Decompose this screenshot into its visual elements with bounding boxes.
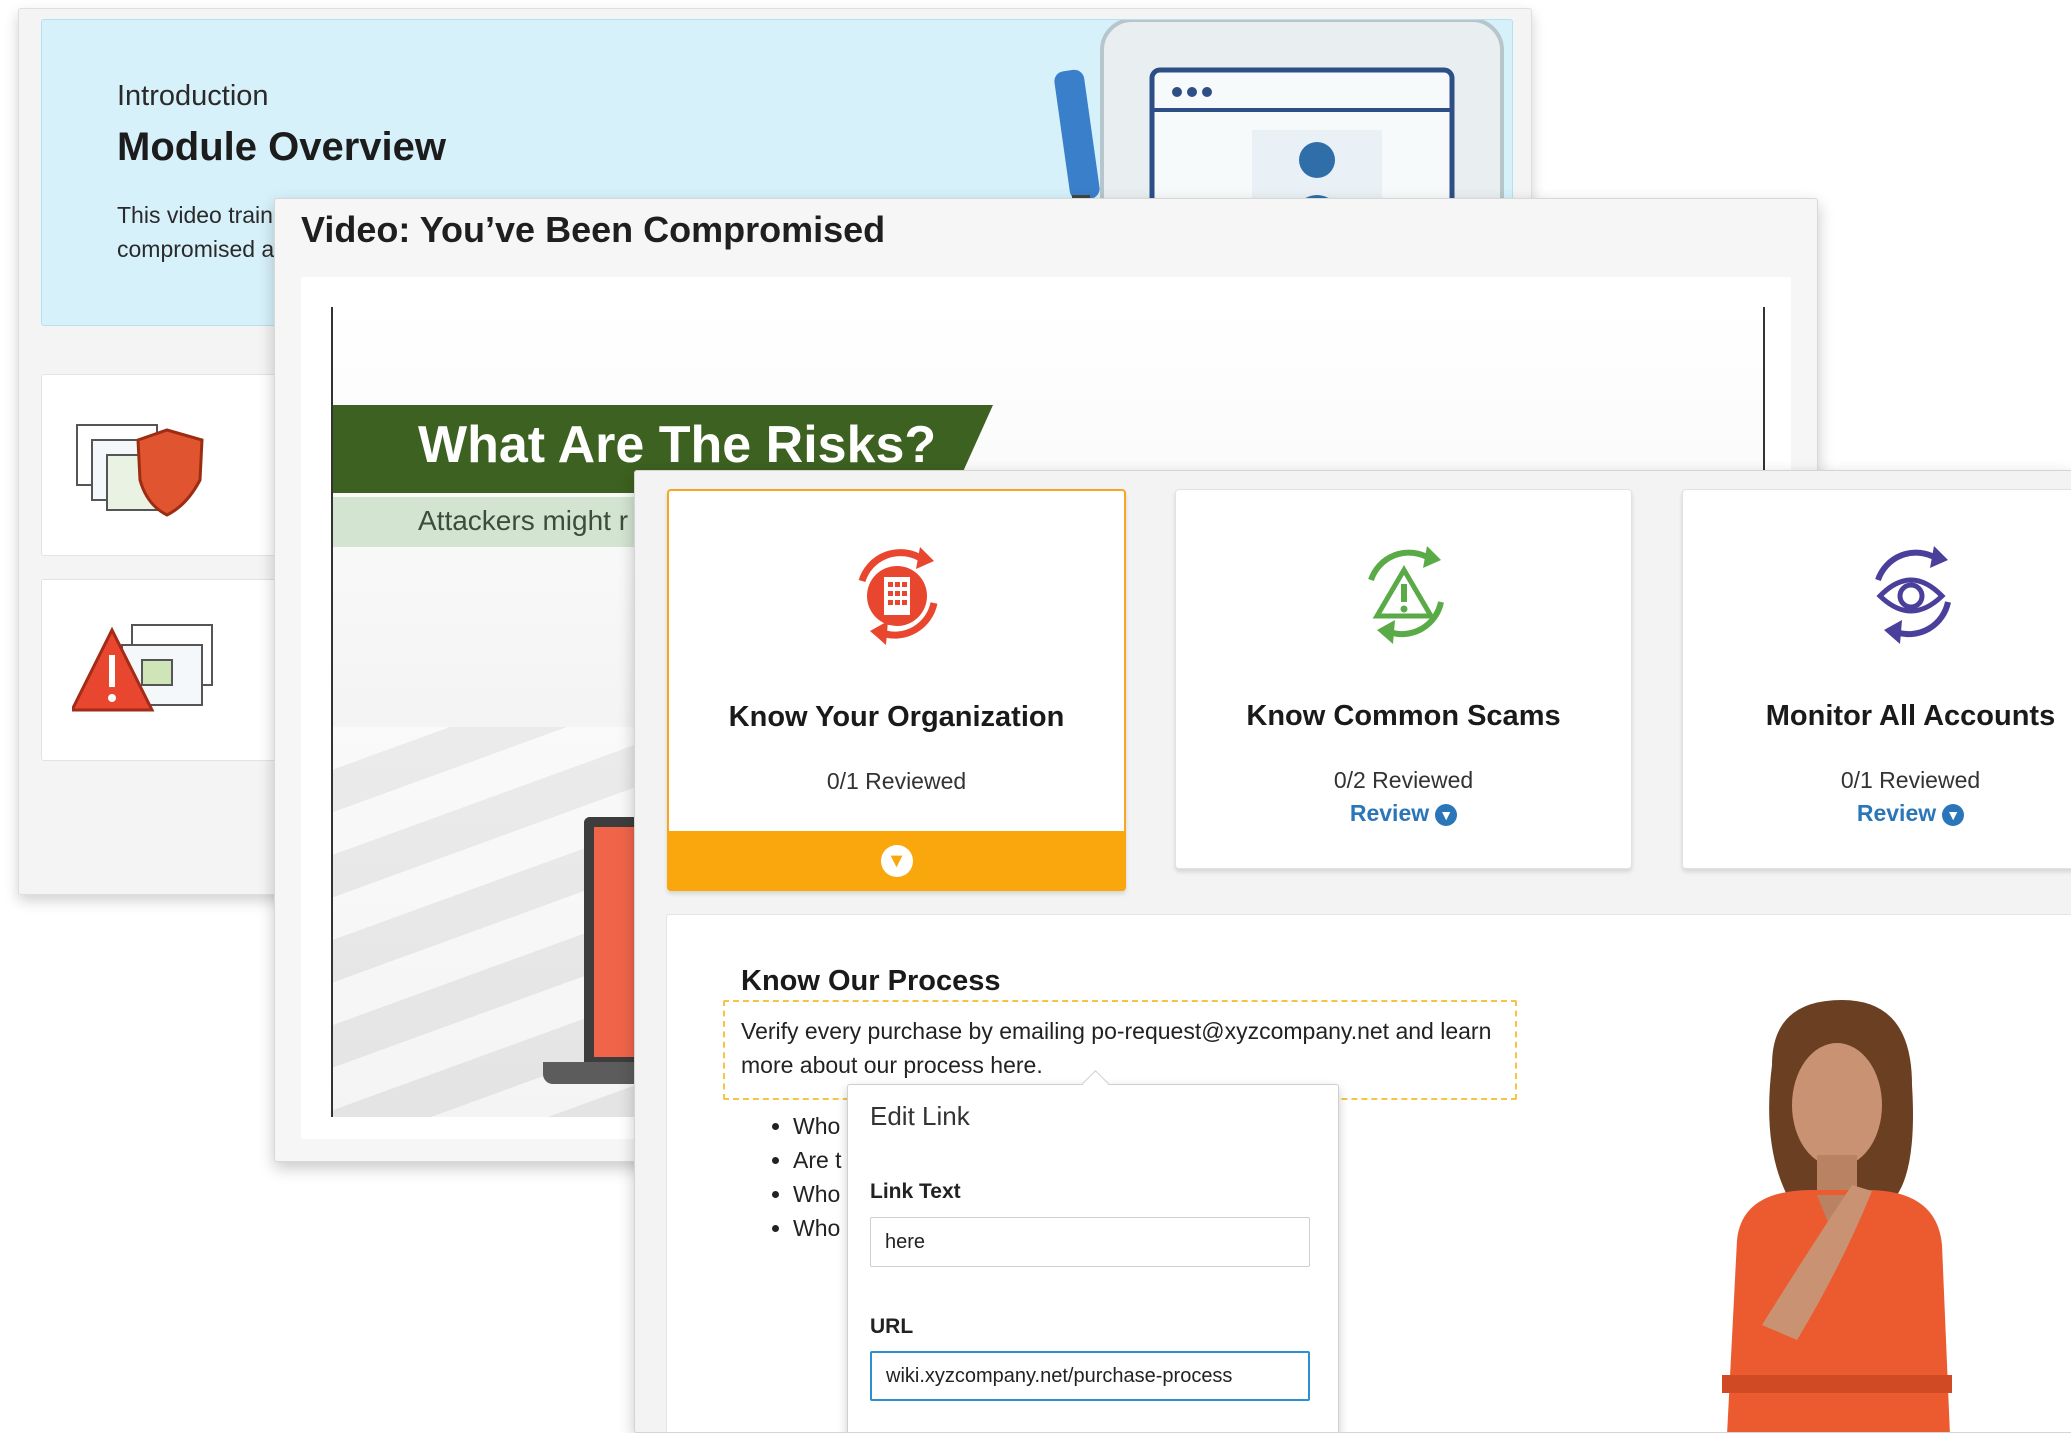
video-title: Video: You’ve Been Compromised: [301, 209, 886, 250]
list-item: Who: [793, 1211, 842, 1245]
slide-subtitle: Attackers might r: [418, 505, 629, 536]
link-text-label: Link Text: [870, 1180, 961, 1203]
url-input[interactable]: [870, 1351, 1310, 1401]
eye-cycle-icon: [1874, 546, 1951, 644]
step-progress: 0/2 Reviewed: [1333, 767, 1474, 793]
process-title: Know Our Process: [741, 965, 1001, 997]
chevron-down-icon: ▼: [880, 845, 913, 877]
list-item: Who: [793, 1177, 842, 1211]
step-title: Know Common Scams: [1246, 700, 1561, 732]
expand-step-button[interactable]: ▼: [667, 831, 1126, 891]
review-label: Review: [1349, 800, 1430, 826]
review-link[interactable]: Review ▼: [1176, 800, 1631, 827]
bullet-list: Who Are t Who Who: [767, 1109, 842, 1245]
warning-cycle-icon: [1367, 546, 1444, 644]
list-item: Who: [793, 1109, 842, 1143]
chevron-down-icon: ▼: [1942, 803, 1965, 826]
building-cycle-icon: [858, 547, 937, 645]
step-progress: 0/1 Reviewed: [826, 768, 967, 794]
course-builder-panel: Know Your Organization 0/1 Reviewed ▼ Kn…: [634, 470, 2071, 1433]
step-card-know-common-scams[interactable]: Know Common Scams 0/2 Reviewed Review ▼: [1175, 489, 1632, 869]
chevron-down-icon: ▼: [1435, 803, 1458, 826]
shield-icon: [76, 424, 204, 517]
step-progress: 0/1 Reviewed: [1840, 767, 1981, 793]
list-item: Are t: [793, 1143, 842, 1177]
step-card-know-your-organization[interactable]: Know Your Organization 0/1 Reviewed ▼: [667, 489, 1126, 891]
step-title: Monitor All Accounts: [1765, 700, 2056, 732]
step-title: Know Your Organization: [728, 701, 1065, 733]
review-label: Review: [1856, 800, 1937, 826]
edit-link-popup: Edit Link Link Text URL: [847, 1084, 1339, 1432]
process-text[interactable]: Verify every purchase by emailing po-req…: [741, 1014, 1501, 1082]
step-card-monitor-all-accounts[interactable]: Monitor All Accounts 0/1 Reviewed Review…: [1682, 489, 2071, 869]
slide-title: What Are The Risks?: [418, 416, 937, 474]
intro-kicker: Introduction: [117, 80, 269, 112]
warning-icon: [72, 624, 213, 712]
url-label: URL: [870, 1315, 914, 1338]
popup-title: Edit Link: [870, 1101, 970, 1131]
module-title: Module Overview: [117, 125, 446, 169]
review-link[interactable]: Review ▼: [1683, 800, 2071, 827]
thinking-woman-illustration: [1722, 1000, 1952, 1432]
link-text-input[interactable]: [870, 1217, 1310, 1267]
